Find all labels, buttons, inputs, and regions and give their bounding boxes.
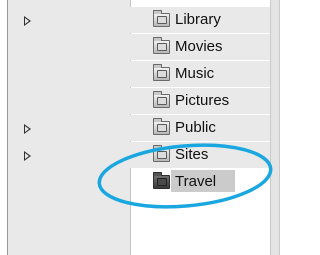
list-item-public[interactable]: Public (8, 115, 270, 141)
list-item-label: Public (175, 119, 216, 136)
disclosure-triangle-icon[interactable] (24, 124, 31, 134)
list-item-label: Pictures (175, 92, 230, 109)
movies-folder-icon (153, 37, 170, 54)
disclosure-triangle-icon[interactable] (24, 16, 31, 26)
list-item-travel[interactable]: Travel (8, 169, 270, 195)
list-item-label: Library (175, 11, 221, 28)
sites-folder-icon (153, 145, 170, 162)
list-item-label: Sites (175, 146, 209, 163)
list-item-library[interactable]: Library (8, 7, 270, 33)
list-item-label: Music (175, 65, 215, 82)
list-item-movies[interactable]: Movies (8, 34, 270, 60)
vertical-scrollbar[interactable] (270, 0, 280, 255)
list-item-label: Movies (175, 38, 223, 55)
list-item-music[interactable]: Music (8, 61, 270, 87)
list-item-pictures[interactable]: Pictures (8, 88, 270, 114)
travel-folder-icon (153, 172, 170, 189)
pictures-folder-icon (153, 91, 170, 108)
library-folder-icon (153, 10, 170, 27)
public-folder-icon (153, 118, 170, 135)
list-item-label: Travel (175, 173, 217, 190)
music-folder-icon (153, 64, 170, 81)
list-item-sites[interactable]: Sites (8, 142, 270, 168)
disclosure-triangle-icon[interactable] (24, 151, 31, 161)
